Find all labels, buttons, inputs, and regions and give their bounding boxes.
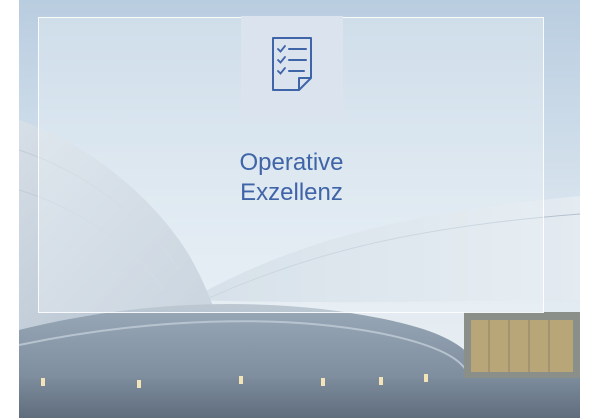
checklist-document-icon (272, 37, 312, 91)
tile-title-line1: Operative (239, 149, 344, 176)
tile-title: Operative Exzellenz (118, 148, 465, 208)
tile-title-line2: Exzellenz (240, 179, 343, 206)
icon-container (241, 16, 343, 118)
operative-excellence-tile[interactable]: Operative Exzellenz (19, 0, 580, 418)
